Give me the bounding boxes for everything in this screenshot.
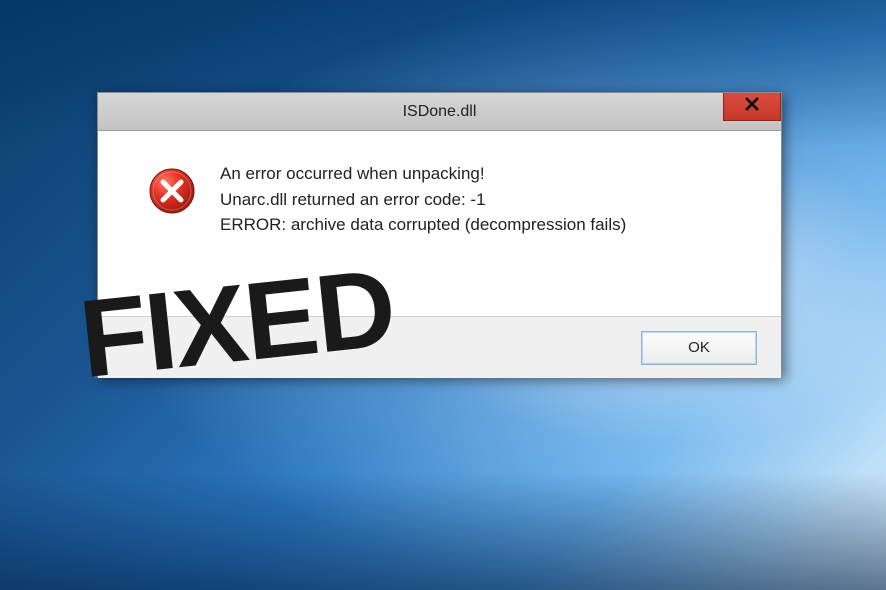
close-button[interactable] [723, 93, 781, 121]
error-line-3: ERROR: archive data corrupted (decompres… [220, 212, 751, 238]
error-line-1: An error occurred when unpacking! [220, 161, 751, 187]
error-message: An error occurred when unpacking! Unarc.… [220, 161, 751, 296]
dialog-body: An error occurred when unpacking! Unarc.… [98, 131, 781, 316]
error-line-2: Unarc.dll returned an error code: -1 [220, 187, 751, 213]
error-dialog: ISDone.dll [97, 92, 782, 377]
dialog-footer: OK [98, 316, 781, 378]
close-icon [745, 97, 759, 116]
dialog-title: ISDone.dll [403, 103, 477, 121]
ok-button[interactable]: OK [641, 331, 757, 365]
error-icon [148, 167, 196, 215]
dialog-titlebar[interactable]: ISDone.dll [98, 93, 781, 131]
